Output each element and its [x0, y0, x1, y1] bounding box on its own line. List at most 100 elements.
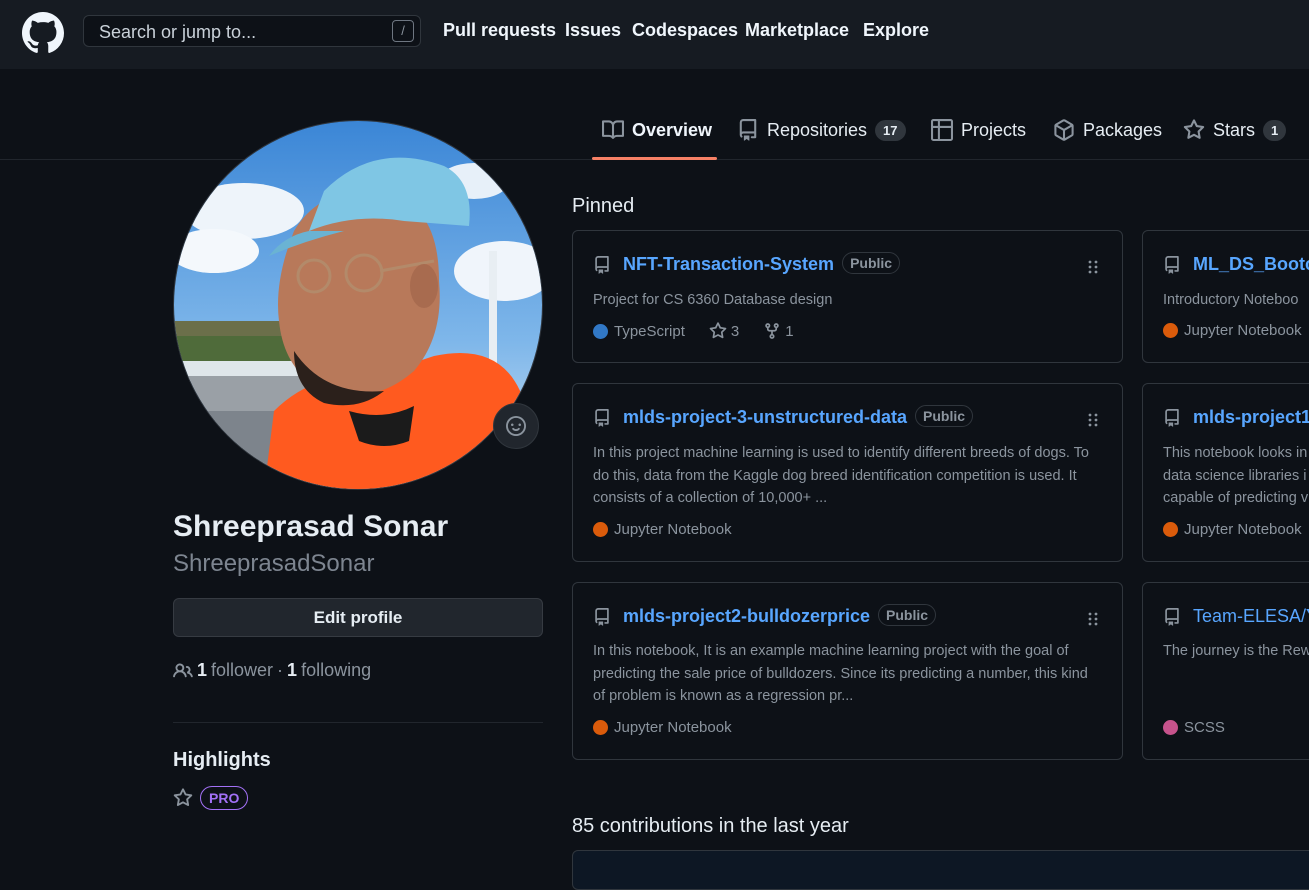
nav-codespaces[interactable]: Codespaces: [632, 20, 738, 41]
repositories-count-badge: 17: [875, 119, 906, 141]
repo-icon: [739, 119, 757, 141]
top-navigation-bar: Search or jump to... / Pull requests Iss…: [0, 0, 1309, 69]
language-color-dot: [1163, 522, 1178, 537]
pro-badge[interactable]: PRO: [200, 786, 249, 810]
package-icon: [1054, 119, 1074, 141]
repo-link[interactable]: ML_DS_Bootca: [1193, 254, 1309, 274]
nav-marketplace[interactable]: Marketplace: [745, 20, 849, 41]
pinned-repo-card: NFT-Transaction-System Public Project for…: [572, 230, 1123, 363]
nav-issues[interactable]: Issues: [565, 20, 621, 41]
star-count[interactable]: 3: [731, 323, 739, 340]
repo-description: In this notebook, It is an example machi…: [593, 643, 1088, 704]
tab-stars-label: Stars: [1213, 119, 1256, 140]
profile-name: Shreeprasad Sonar: [173, 510, 449, 543]
repo-icon: [1165, 409, 1179, 427]
nav-explore[interactable]: Explore: [863, 20, 929, 41]
highlights-title: Highlights: [173, 749, 271, 771]
pinned-title: Pinned: [572, 195, 635, 217]
highlights-row: PRO: [173, 786, 249, 810]
repo-meta: Jupyter Notebook: [1163, 521, 1302, 538]
repo-language: Jupyter Notebook: [1184, 322, 1302, 339]
repo-description-line: This notebook looks in: [1163, 445, 1308, 461]
stars-count-badge: 1: [1263, 119, 1287, 141]
pinned-repo-card: mlds-project-3-unstructured-data Public I…: [572, 383, 1123, 562]
github-logo-icon[interactable]: [22, 12, 64, 54]
followers-count[interactable]: 1: [197, 660, 207, 681]
repo-link[interactable]: mlds-project-3-unstructured-data: [623, 407, 907, 427]
tab-overview-label: Overview: [632, 119, 713, 140]
search-shortcut-key: /: [392, 20, 414, 42]
pinned-repo-card: Team-ELESA/Ye The journey is the Rew SCS…: [1142, 582, 1309, 760]
repo-description: Project for CS 6360 Database design: [593, 292, 833, 308]
followers-label[interactable]: follower: [211, 660, 273, 681]
visibility-badge: Public: [878, 604, 937, 626]
repo-meta: TypeScript 3 1: [593, 322, 794, 340]
tab-repositories-label: Repositories: [767, 119, 868, 140]
language-color-dot: [593, 720, 608, 735]
language-color-dot: [593, 522, 608, 537]
tab-overview[interactable]: Overview: [602, 114, 712, 146]
contributions-title: 85 contributions in the last year: [572, 815, 849, 837]
nav-pull-requests[interactable]: Pull requests: [443, 20, 556, 41]
pinned-repo-card: mlds-project1- This notebook looks in da…: [1142, 383, 1309, 562]
search-placeholder: Search or jump to...: [99, 22, 257, 42]
repo-meta: Jupyter Notebook: [593, 719, 732, 736]
repo-language: Jupyter Notebook: [614, 719, 732, 736]
repo-owner-link[interactable]: Team-ELESA/: [1193, 606, 1306, 626]
repo-description-line: data science libraries i: [1163, 467, 1307, 484]
star-icon[interactable]: [709, 322, 727, 340]
sidebar-divider: [173, 722, 543, 723]
fork-icon[interactable]: [763, 322, 781, 340]
follow-stats: 1 follower · 1 following: [173, 660, 371, 681]
smiley-icon: [506, 416, 526, 436]
language-color-dot: [593, 323, 608, 339]
repo-description: This notebook looks in data science libr…: [1163, 442, 1309, 510]
following-label[interactable]: following: [301, 660, 371, 681]
language-color-dot: [1163, 323, 1178, 338]
repo-icon: [595, 409, 609, 427]
repo-icon: [595, 608, 609, 626]
repo-description: In this project machine learning is used…: [593, 445, 1089, 506]
repo-meta: Jupyter Notebook: [593, 521, 732, 538]
pinned-repo-card: mlds-project2-bulldozerprice Public In th…: [572, 582, 1123, 760]
search-input[interactable]: Search or jump to... /: [83, 15, 421, 47]
dot-separator: ·: [277, 660, 284, 680]
people-icon: [173, 662, 193, 677]
repo-language: Jupyter Notebook: [1184, 521, 1302, 538]
language-color-dot: [1163, 720, 1178, 735]
tab-stars[interactable]: Stars 1: [1183, 114, 1287, 146]
repo-description: Introductory Noteboo: [1163, 292, 1299, 308]
repo-language: TypeScript: [614, 322, 685, 340]
repo-description-line: capable of predicting v: [1163, 490, 1309, 506]
pinned-repo-card: ML_DS_Bootca Introductory Noteboo Jupyte…: [1142, 230, 1309, 363]
tab-packages-label: Packages: [1083, 119, 1163, 140]
book-icon: [602, 120, 624, 139]
repo-description: The journey is the Rew: [1163, 643, 1309, 659]
profile-avatar[interactable]: [173, 120, 543, 490]
repo-language: SCSS: [1184, 719, 1225, 736]
table-icon: [931, 119, 953, 141]
repo-link[interactable]: NFT-Transaction-System: [623, 254, 834, 274]
tab-packages[interactable]: Packages: [1053, 114, 1162, 146]
fork-count[interactable]: 1: [785, 323, 793, 340]
edit-profile-button[interactable]: Edit profile: [173, 598, 543, 637]
repo-language: Jupyter Notebook: [614, 521, 732, 538]
tab-projects[interactable]: Projects: [931, 114, 1026, 146]
drag-handle-icon[interactable]: [1088, 611, 1098, 627]
tab-repositories[interactable]: Repositories 17: [737, 114, 906, 146]
star-icon: [1183, 119, 1205, 139]
star-icon: [173, 788, 193, 807]
repo-meta: Jupyter Notebook: [1163, 322, 1302, 339]
repo-meta: SCSS: [1163, 719, 1225, 736]
repo-link[interactable]: mlds-project1-: [1193, 407, 1309, 427]
repo-link[interactable]: mlds-project2-bulldozerprice: [623, 606, 870, 626]
repo-icon: [595, 256, 609, 274]
following-count[interactable]: 1: [287, 660, 297, 681]
active-tab-underline: [592, 157, 717, 160]
drag-handle-icon[interactable]: [1088, 259, 1098, 275]
visibility-badge: Public: [915, 405, 974, 427]
set-status-button[interactable]: [493, 403, 539, 449]
profile-username: ShreeprasadSonar: [173, 550, 375, 577]
tab-projects-label: Projects: [961, 119, 1027, 140]
drag-handle-icon[interactable]: [1088, 412, 1098, 428]
